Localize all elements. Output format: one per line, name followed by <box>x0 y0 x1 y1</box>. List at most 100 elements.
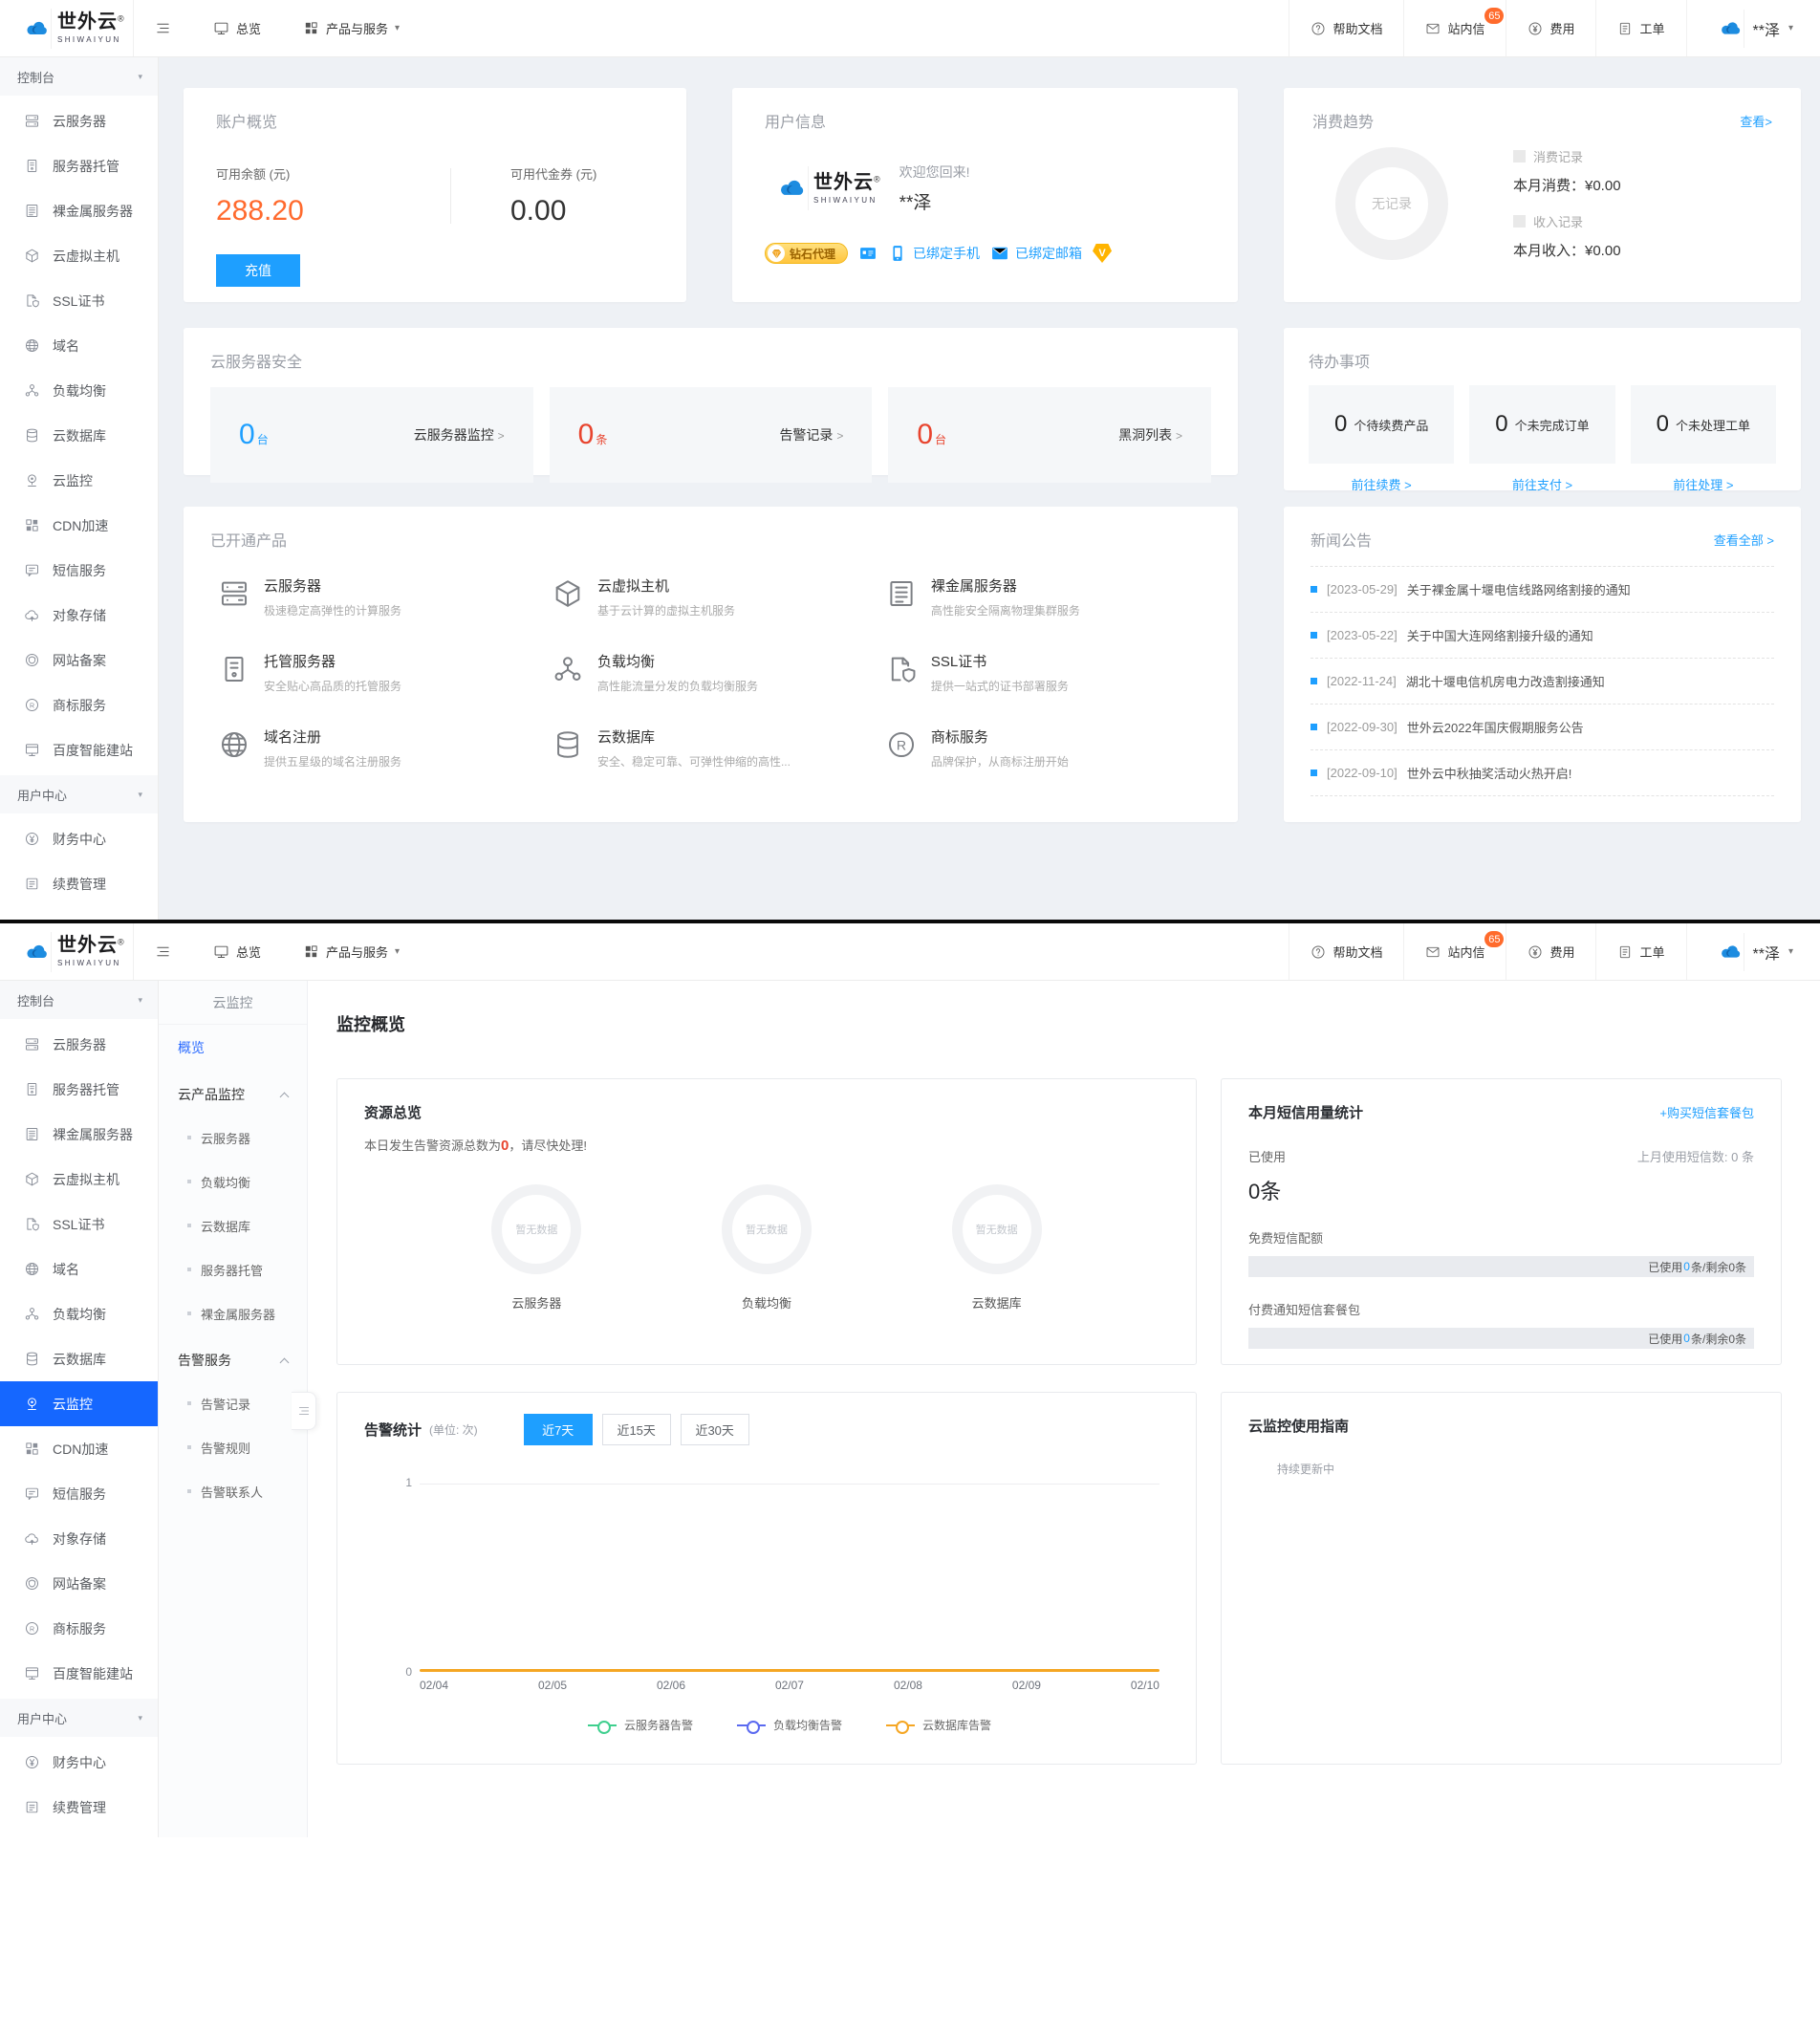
subnav-item[interactable]: 负载均衡 <box>159 1160 307 1203</box>
product-item[interactable]: 商标服务 品牌保护，从商标注册开始 <box>878 726 1211 770</box>
todo-action-link[interactable]: 前往续费 > <box>1309 475 1454 493</box>
subnav-group-products[interactable]: 云产品监控 <box>159 1070 307 1116</box>
sidebar-item[interactable]: 云监控 <box>0 1381 158 1426</box>
legend-item[interactable]: 云服务器告警 <box>588 1717 693 1733</box>
brand-logo[interactable]: 世外云® SHIWAIYUN <box>0 923 134 980</box>
subnav-item[interactable]: 云服务器 <box>159 1116 307 1160</box>
product-item[interactable]: SSL证书 提供一站式的证书部署服务 <box>878 651 1211 694</box>
sidebar-item[interactable]: SSL证书 <box>0 1202 158 1247</box>
recharge-button[interactable]: 充值 <box>216 254 300 287</box>
sidebar-item[interactable]: 裸金属服务器 <box>0 1112 158 1157</box>
buy-sms-package-link[interactable]: +购买短信套餐包 <box>1659 1103 1754 1121</box>
subnav-item[interactable]: 裸金属服务器 <box>159 1291 307 1335</box>
sidebar-item[interactable]: 服务器托管 <box>0 1067 158 1112</box>
phone-bound-status[interactable]: 已绑定手机 <box>888 244 980 263</box>
product-item[interactable]: 托管服务器 安全贴心高品质的托管服务 <box>210 651 544 694</box>
nav-products[interactable]: 产品与服务▾ <box>282 923 421 980</box>
subnav-item[interactable]: 告警记录 <box>159 1381 307 1425</box>
sidebar-item[interactable]: 财务中心 <box>0 816 158 861</box>
sidebar-item[interactable]: 云虚拟主机 <box>0 1157 158 1202</box>
product-item[interactable]: 域名注册 提供五星级的域名注册服务 <box>210 726 544 770</box>
subnav-overview-active[interactable]: 概览 <box>159 1025 307 1070</box>
sidebar-item[interactable]: 域名 <box>0 323 158 368</box>
user-menu[interactable]: **泽▾ <box>1686 923 1820 980</box>
sidebar-item[interactable]: 网站备案 <box>0 638 158 683</box>
sidebar-item[interactable]: 负载均衡 <box>0 368 158 413</box>
sidebar-item[interactable]: 百度智能建站 <box>0 727 158 772</box>
sidebar-item[interactable]: 裸金属服务器 <box>0 188 158 233</box>
todo-action-link[interactable]: 前往支付 > <box>1469 475 1614 493</box>
sidebar-section-console[interactable]: 控制台▾ <box>0 981 158 1019</box>
stat-link[interactable]: 黑洞列表 > <box>1118 425 1182 444</box>
product-item[interactable]: 云服务器 极速稳定高弹性的计算服务 <box>210 575 544 618</box>
nav-overview[interactable]: 总览 <box>192 0 282 56</box>
sidebar-item[interactable]: SSL证书 <box>0 278 158 323</box>
sidebar-section-console[interactable]: 控制台▾ <box>0 57 158 96</box>
sidebar-item[interactable]: 云虚拟主机 <box>0 233 158 278</box>
range-button[interactable]: 近7天 <box>524 1414 593 1445</box>
id-card-icon[interactable] <box>858 244 878 263</box>
stat-link[interactable]: 云服务器监控 > <box>414 425 505 444</box>
sidebar-item[interactable]: CDN加速 <box>0 1426 158 1471</box>
sidebar-section-user-center[interactable]: 用户中心▾ <box>0 775 158 813</box>
news-item[interactable]: [2022-11-24] 湖北十堰电信机房电力改造割接通知 <box>1311 659 1774 705</box>
sidebar-item[interactable]: 对象存储 <box>0 1516 158 1561</box>
sidebar-section-user-center[interactable]: 用户中心▾ <box>0 1699 158 1737</box>
nav-help-docs[interactable]: 帮助文档 <box>1289 923 1403 980</box>
nav-tickets[interactable]: 工单 <box>1595 923 1685 980</box>
sidebar-item[interactable]: 续费管理 <box>0 1785 158 1830</box>
product-item[interactable]: 负载均衡 高性能流量分发的负载均衡服务 <box>544 651 878 694</box>
sidebar-collapse-button[interactable] <box>134 0 192 56</box>
sidebar-item[interactable]: 负载均衡 <box>0 1291 158 1336</box>
email-bound-status[interactable]: 已绑定邮箱 <box>990 244 1082 263</box>
brand-logo[interactable]: 世外云® SHIWAIYUN <box>0 0 134 56</box>
subnav-collapse-handle[interactable] <box>292 1392 316 1430</box>
sidebar-item[interactable]: 商标服务 <box>0 683 158 727</box>
legend-item[interactable]: 负载均衡告警 <box>737 1717 842 1733</box>
nav-help-docs[interactable]: 帮助文档 <box>1289 0 1403 56</box>
vip-level-badge[interactable]: V <box>1093 244 1112 263</box>
sidebar-item[interactable]: 域名 <box>0 1247 158 1291</box>
view-all-link[interactable]: 查看全部 > <box>1714 531 1774 549</box>
news-item[interactable]: [2022-09-10] 世外云中秋抽奖活动火热开启! <box>1311 750 1774 796</box>
sidebar-item[interactable]: CDN加速 <box>0 503 158 548</box>
product-item[interactable]: 云虚拟主机 基于云计算的虚拟主机服务 <box>544 575 878 618</box>
nav-messages[interactable]: 站内信65 <box>1403 923 1506 980</box>
security-stat-box[interactable]: 0台 云服务器监控 > <box>210 387 533 483</box>
nav-billing[interactable]: 费用 <box>1506 0 1595 56</box>
user-menu[interactable]: **泽▾ <box>1686 0 1820 56</box>
nav-billing[interactable]: 费用 <box>1506 923 1595 980</box>
sidebar-item[interactable]: 服务器托管 <box>0 143 158 188</box>
sidebar-collapse-button[interactable] <box>134 923 192 980</box>
sidebar-item[interactable]: 云监控 <box>0 458 158 503</box>
news-item[interactable]: [2022-09-30] 世外云2022年国庆假期服务公告 <box>1311 705 1774 750</box>
nav-messages[interactable]: 站内信65 <box>1403 0 1506 56</box>
sidebar-item[interactable]: 云数据库 <box>0 413 158 458</box>
sidebar-item[interactable]: 续费管理 <box>0 861 158 906</box>
subnav-item[interactable]: 告警规则 <box>159 1425 307 1469</box>
news-item[interactable]: [2023-05-22] 关于中国大连网络割接升级的通知 <box>1311 613 1774 659</box>
subnav-item[interactable]: 告警联系人 <box>159 1469 307 1513</box>
sidebar-item[interactable]: 短信服务 <box>0 548 158 593</box>
subnav-group-alarm[interactable]: 告警服务 <box>159 1335 307 1381</box>
todo-action-link[interactable]: 前往处理 > <box>1631 475 1776 493</box>
sidebar-item[interactable]: 网站备案 <box>0 1561 158 1606</box>
diamond-agent-badge[interactable]: 钻石代理 <box>765 243 848 264</box>
sidebar-item[interactable]: 云服务器 <box>0 98 158 143</box>
news-item[interactable]: [2023-05-29] 关于裸金属十堰电信线路网络割接的通知 <box>1311 567 1774 613</box>
security-stat-box[interactable]: 0台 黑洞列表 > <box>888 387 1211 483</box>
sidebar-item[interactable]: 云服务器 <box>0 1022 158 1067</box>
sidebar-item[interactable]: 商标服务 <box>0 1606 158 1651</box>
sidebar-item[interactable]: 云数据库 <box>0 1336 158 1381</box>
subnav-item[interactable]: 服务器托管 <box>159 1247 307 1291</box>
subnav-item[interactable]: 云数据库 <box>159 1203 307 1247</box>
legend-item[interactable]: 云数据库告警 <box>886 1717 991 1733</box>
range-button[interactable]: 近15天 <box>602 1414 671 1445</box>
nav-tickets[interactable]: 工单 <box>1595 0 1685 56</box>
sidebar-item[interactable]: 百度智能建站 <box>0 1651 158 1696</box>
product-item[interactable]: 裸金属服务器 高性能安全隔离物理集群服务 <box>878 575 1211 618</box>
product-item[interactable]: 云数据库 安全、稳定可靠、可弹性伸缩的高性... <box>544 726 878 770</box>
nav-overview[interactable]: 总览 <box>192 923 282 980</box>
sidebar-item[interactable]: 对象存储 <box>0 593 158 638</box>
security-stat-box[interactable]: 0条 告警记录 > <box>550 387 873 483</box>
